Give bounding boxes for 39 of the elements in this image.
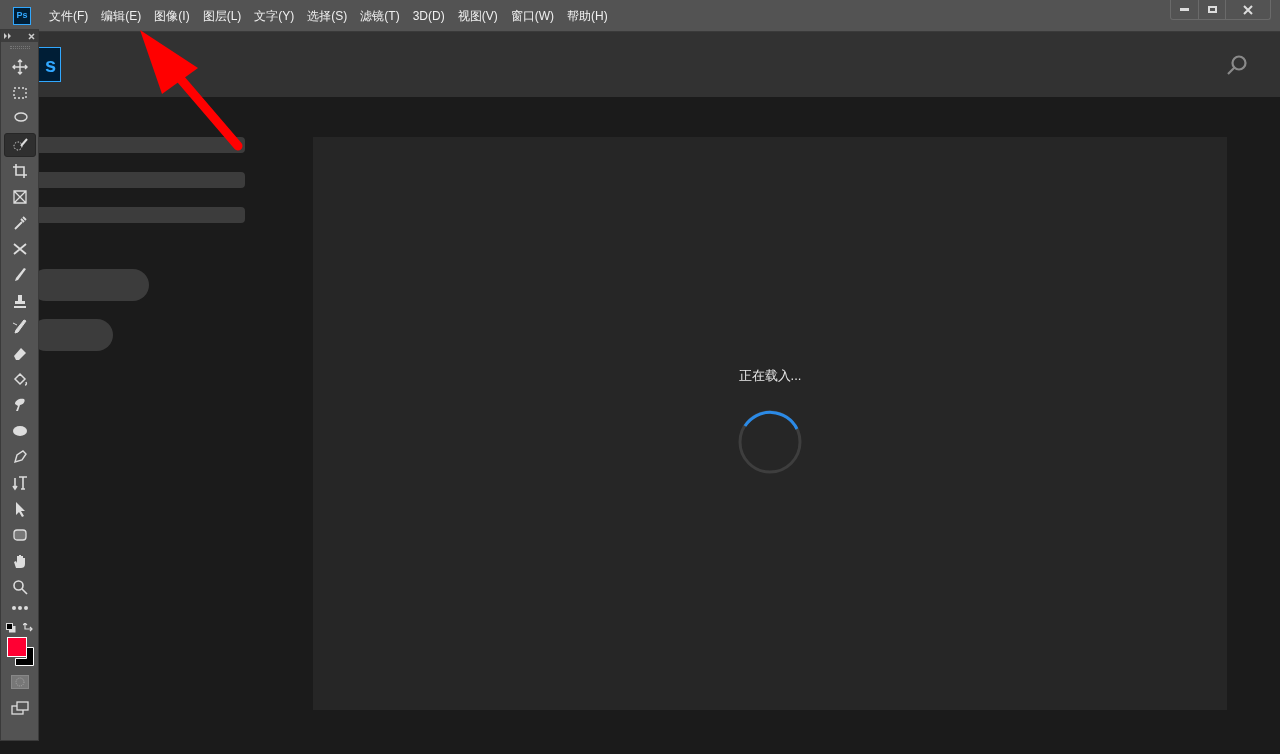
loading-text: 正在载入... (738, 367, 802, 385)
close-icon[interactable] (28, 32, 35, 40)
stamp-icon (11, 293, 28, 309)
menu-item[interactable]: 3D(D) (406, 6, 451, 25)
quick-selection-icon (11, 137, 28, 153)
background-color-swatch[interactable] (14, 647, 34, 666)
frame-icon (11, 189, 28, 205)
menu-item[interactable]: 文字(Y) (248, 6, 301, 25)
menu-item[interactable]: 图层(L) (196, 6, 248, 25)
loading-spinner (737, 408, 803, 475)
default-colors-icon[interactable] (6, 623, 16, 633)
home-logo: s (39, 47, 61, 82)
swap-colors-icon[interactable] (23, 623, 33, 633)
eraser-icon (11, 345, 28, 361)
menu-item[interactable]: 图像(I) (148, 6, 196, 25)
menu-item[interactable]: 编辑(E) (95, 6, 148, 25)
crop-icon (11, 163, 28, 179)
menu-item[interactable]: 帮助(H) (561, 6, 614, 25)
pen-icon (11, 449, 28, 465)
search-icon[interactable] (1226, 53, 1248, 76)
foreground-color-swatch[interactable] (6, 637, 27, 657)
bucket-icon (11, 371, 28, 387)
close-icon (1243, 4, 1253, 15)
rectangle-icon (11, 527, 28, 543)
menu-item[interactable]: 窗口(W) (504, 6, 560, 25)
more-tools-icon[interactable] (10, 605, 29, 611)
history-brush-icon (11, 319, 28, 335)
text-tool-icon (11, 475, 28, 491)
move-icon (11, 59, 28, 75)
menu-item[interactable]: 滤镜(T) (354, 6, 406, 25)
menu-item[interactable]: 选择(S) (301, 6, 354, 25)
marquee-icon (11, 85, 28, 101)
screen-mode-icon[interactable] (10, 701, 29, 715)
zoom-icon (11, 579, 28, 595)
menu-item[interactable]: 视图(V) (451, 6, 504, 25)
menu-item[interactable]: 文件(F) (43, 6, 95, 25)
app-logo: Ps (13, 6, 31, 25)
tool-button[interactable] (3, 133, 36, 157)
hand-icon (11, 553, 28, 569)
